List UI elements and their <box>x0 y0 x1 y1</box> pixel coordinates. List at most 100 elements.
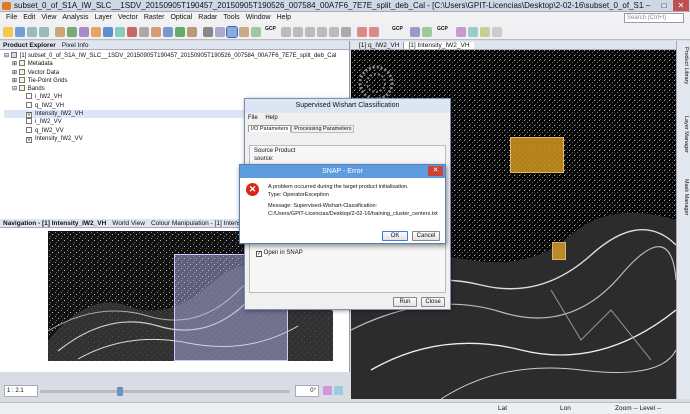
gcp-tool-1[interactable]: GCP <box>265 26 276 32</box>
world-map-icon[interactable] <box>115 27 125 37</box>
tab-processing-parameters[interactable]: Processing Parameters <box>291 125 355 133</box>
close-button[interactable]: Close <box>421 297 445 307</box>
tree-folder-tie-point-grids[interactable]: ⊞ Tie-Point Grids <box>4 76 349 85</box>
menu-layer[interactable]: Layer <box>94 12 112 24</box>
batch-processing-icon[interactable] <box>187 27 197 37</box>
expand-icon[interactable]: ⊞ <box>12 70 19 76</box>
zoom-tool-icon[interactable] <box>215 27 225 37</box>
close-window-button[interactable]: ✕ <box>673 0 689 11</box>
error-message-body: A problem occurred during the target pro… <box>268 183 444 218</box>
tab-navigation[interactable]: Navigation - [1] Intensity_IW2_VH <box>0 220 106 227</box>
zoom-factor-field[interactable]: 1 : 2.1 <box>4 385 38 397</box>
open-in-snap-row[interactable]: ✓ Open in SNAP <box>256 250 303 257</box>
zoom-slider-handle[interactable] <box>117 387 123 396</box>
tab-io-parameters[interactable]: I/O Parameters <box>248 125 292 132</box>
select-tool-icon[interactable] <box>203 27 213 37</box>
folder-icon <box>18 60 25 67</box>
information-icon[interactable] <box>79 27 89 37</box>
tree-folder-label: Tie-Point Grids <box>27 77 68 84</box>
product-root[interactable]: ⊟ [1] subset_0_of_S1A_IW_SLC__1SDV_20150… <box>4 52 349 60</box>
wishart-menu-help[interactable]: Help <box>265 115 277 121</box>
pin-placing-icon[interactable] <box>251 27 261 37</box>
minimize-button[interactable]: – <box>640 0 656 11</box>
band-maths-icon[interactable] <box>55 27 65 37</box>
coregistration-icon[interactable] <box>456 27 466 37</box>
save-icon[interactable] <box>15 27 25 37</box>
tab-product-explorer[interactable]: Product Explorer <box>0 42 56 49</box>
multilook-icon[interactable] <box>480 27 490 37</box>
training-region-box-2[interactable] <box>552 242 566 260</box>
terrain-correction-icon[interactable] <box>410 27 420 37</box>
undo-icon[interactable] <box>27 27 37 37</box>
menu-raster[interactable]: Raster <box>144 12 165 24</box>
menu-edit[interactable]: Edit <box>23 12 35 24</box>
menu-radar[interactable]: Radar <box>198 12 217 24</box>
run-button[interactable]: Run <box>393 297 417 307</box>
rotation-angle-field[interactable]: 0° <box>295 385 319 397</box>
wishart-menu: File Help <box>245 113 450 123</box>
tab-intensity-iw2-vh[interactable]: [1] Intensity_IW2_VH <box>404 42 474 49</box>
redo-icon[interactable] <box>39 27 49 37</box>
magic-wand-icon[interactable] <box>341 27 351 37</box>
menu-vector[interactable]: Vector <box>118 12 138 24</box>
draw-polyline-icon[interactable] <box>293 27 303 37</box>
ok-button[interactable]: OK <box>382 231 408 241</box>
menu-analysis[interactable]: Analysis <box>62 12 88 24</box>
menu-help[interactable]: Help <box>277 12 291 24</box>
zoom-slider[interactable] <box>40 390 290 393</box>
wishart-menu-file[interactable]: File <box>248 115 258 121</box>
collapse-icon[interactable]: ⊟ <box>4 53 11 59</box>
time-series-icon[interactable] <box>163 27 173 37</box>
open-product-icon[interactable] <box>3 27 13 37</box>
graph-builder-icon[interactable] <box>175 27 185 37</box>
profile-plot-icon[interactable] <box>139 27 149 37</box>
training-region-box-1[interactable] <box>510 137 564 173</box>
expand-icon[interactable]: ⊞ <box>12 61 19 67</box>
zoom-level-label: Zoom -- Level -- <box>615 405 662 412</box>
collapse-icon[interactable]: ⊟ <box>12 86 19 92</box>
draw-ellipse-icon[interactable] <box>329 27 339 37</box>
range-finder-icon[interactable] <box>239 27 249 37</box>
gcp-tool-3[interactable]: GCP <box>437 26 448 32</box>
pan-tool-icon[interactable] <box>226 26 238 38</box>
tab-pixel-info[interactable]: Pixel Info <box>56 42 89 49</box>
draw-line-icon[interactable] <box>281 27 291 37</box>
tab-q-iw2-vh[interactable]: [1] q_IW2_VH <box>351 42 405 49</box>
interferogram-icon[interactable] <box>468 27 478 37</box>
draw-polygon-icon[interactable] <box>317 27 327 37</box>
gcp-tool-2[interactable]: GCP <box>392 26 403 32</box>
error-close-icon[interactable]: ✕ <box>428 166 443 176</box>
cancel-button[interactable]: Cancel <box>412 231 440 241</box>
layer-manager-tab[interactable]: Layer Manager <box>679 116 689 153</box>
zoom-in-icon[interactable] <box>357 27 367 37</box>
product-icon <box>10 52 17 58</box>
menu-window[interactable]: Window <box>246 12 271 24</box>
menu-optical[interactable]: Optical <box>170 12 192 24</box>
search-input[interactable]: Search (Ctrl+I) <box>624 13 684 23</box>
maximize-button[interactable]: □ <box>656 0 672 11</box>
menu-file[interactable]: File <box>6 12 17 24</box>
calibration-icon[interactable] <box>422 27 432 37</box>
error-title: SNAP - Error <box>240 165 445 178</box>
histogram-icon[interactable] <box>67 27 77 37</box>
speckle-filter-icon[interactable] <box>492 27 502 37</box>
tree-folder-metadata[interactable]: ⊞ Metadata <box>4 60 349 68</box>
sync-cursor-icon[interactable] <box>334 386 343 395</box>
menu-view[interactable]: View <box>41 12 56 24</box>
statistics-icon[interactable] <box>91 27 101 37</box>
right-tool-sidebar: Product Library Layer Manager Mask Manag… <box>676 41 690 399</box>
tree-folder-bands[interactable]: ⊟ Bands <box>4 85 349 93</box>
scatter-plot-icon[interactable] <box>151 27 161 37</box>
zoom-out-icon[interactable] <box>369 27 379 37</box>
spectrum-icon[interactable] <box>103 27 113 37</box>
checkbox-checked-icon[interactable]: ✓ <box>256 251 262 257</box>
draw-rectangle-icon[interactable] <box>305 27 315 37</box>
mask-manager-tab[interactable]: Mask Manager <box>679 179 689 215</box>
pin-manager-icon[interactable] <box>127 27 137 37</box>
tree-folder-vector-data[interactable]: ⊞ Vector Data <box>4 68 349 77</box>
expand-icon[interactable]: ⊞ <box>12 78 19 84</box>
product-library-tab[interactable]: Product Library <box>679 47 689 84</box>
tab-world-view[interactable]: World View <box>106 220 145 227</box>
sync-views-icon[interactable] <box>323 386 332 395</box>
menu-tools[interactable]: Tools <box>223 12 239 24</box>
